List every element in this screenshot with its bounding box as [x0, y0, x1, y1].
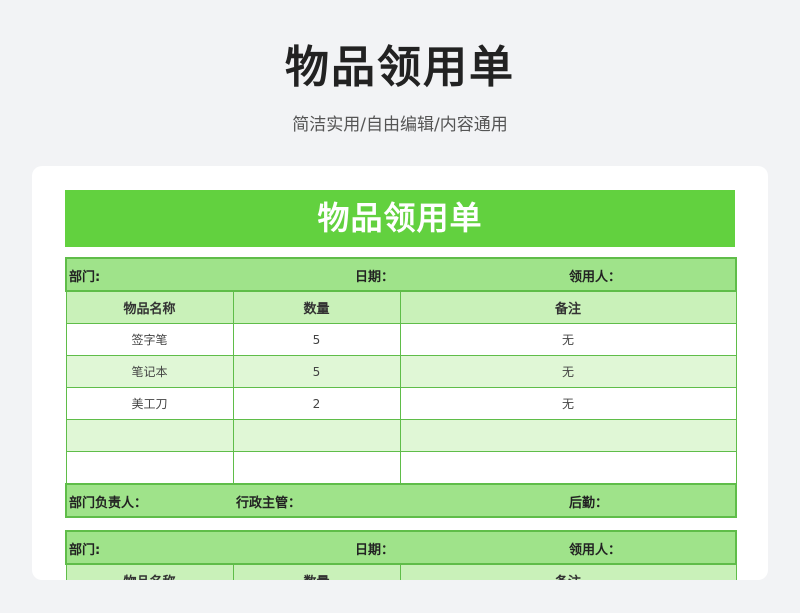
signature-row: 部门负责人： 行政主管： 后勤： [64, 483, 738, 518]
requisition-form-2: 部门: 日期： 领用人： 物品名称 数量 备注 [64, 530, 738, 580]
cell-notes[interactable]: 无 [399, 323, 737, 356]
requisition-form: 物品领用单 部门: 日期： 领用人： 物品名称 数量 备注 签字笔 5 无 笔记… [64, 190, 738, 518]
cell-quantity[interactable]: 2 [232, 387, 401, 420]
form-card: 物品领用单 部门: 日期： 领用人： 物品名称 数量 备注 签字笔 5 无 笔记… [32, 166, 768, 580]
recipient-label[interactable]: 领用人： [569, 539, 621, 558]
column-header-item-name: 物品名称 [65, 290, 234, 324]
info-row: 部门: 日期： 领用人： [64, 530, 738, 565]
cell-notes[interactable] [399, 451, 737, 485]
cell-notes[interactable]: 无 [399, 387, 737, 420]
table-row: 笔记本 5 无 [65, 355, 737, 388]
date-label[interactable]: 日期： [355, 266, 394, 285]
header-row: 物品名称 数量 备注 [65, 290, 737, 324]
recipient-label[interactable]: 领用人： [569, 266, 621, 285]
page-subtitle: 简洁实用/自由编辑/内容通用 [292, 115, 508, 135]
dept-head-label[interactable]: 部门负责人： [69, 492, 147, 511]
cell-quantity[interactable] [232, 419, 401, 452]
column-header-item-name: 物品名称 [65, 563, 234, 580]
page-title: 物品领用单 [285, 42, 515, 93]
header-row: 物品名称 数量 备注 [65, 563, 737, 580]
cell-item-name[interactable]: 签字笔 [65, 323, 234, 356]
table-row: 美工刀 2 无 [65, 387, 737, 420]
cell-item-name[interactable] [65, 451, 234, 485]
requisition-table: 部门: 日期： 领用人： 物品名称 数量 备注 签字笔 5 无 笔记本 5 无 [64, 257, 738, 518]
cell-notes[interactable]: 无 [399, 355, 737, 388]
cell-quantity[interactable] [232, 451, 401, 485]
table-row [65, 451, 737, 485]
form-banner-title: 物品领用单 [65, 190, 735, 247]
date-label[interactable]: 日期： [355, 539, 394, 558]
cell-quantity[interactable]: 5 [232, 355, 401, 388]
table-row [65, 419, 737, 452]
column-header-notes: 备注 [399, 563, 737, 580]
info-row: 部门: 日期： 领用人： [64, 257, 738, 292]
department-label[interactable]: 部门: [69, 539, 100, 558]
cell-item-name[interactable]: 美工刀 [65, 387, 234, 420]
department-label[interactable]: 部门: [69, 266, 100, 285]
admin-head-label[interactable]: 行政主管： [236, 492, 301, 511]
logistics-label[interactable]: 后勤： [569, 492, 608, 511]
cell-item-name[interactable]: 笔记本 [65, 355, 234, 388]
column-header-notes: 备注 [399, 290, 737, 324]
table-row: 签字笔 5 无 [65, 323, 737, 356]
column-header-quantity: 数量 [232, 290, 401, 324]
column-header-quantity: 数量 [232, 563, 401, 580]
cell-notes[interactable] [399, 419, 737, 452]
cell-item-name[interactable] [65, 419, 234, 452]
requisition-table-2: 部门: 日期： 领用人： 物品名称 数量 备注 [64, 530, 738, 580]
cell-quantity[interactable]: 5 [232, 323, 401, 356]
